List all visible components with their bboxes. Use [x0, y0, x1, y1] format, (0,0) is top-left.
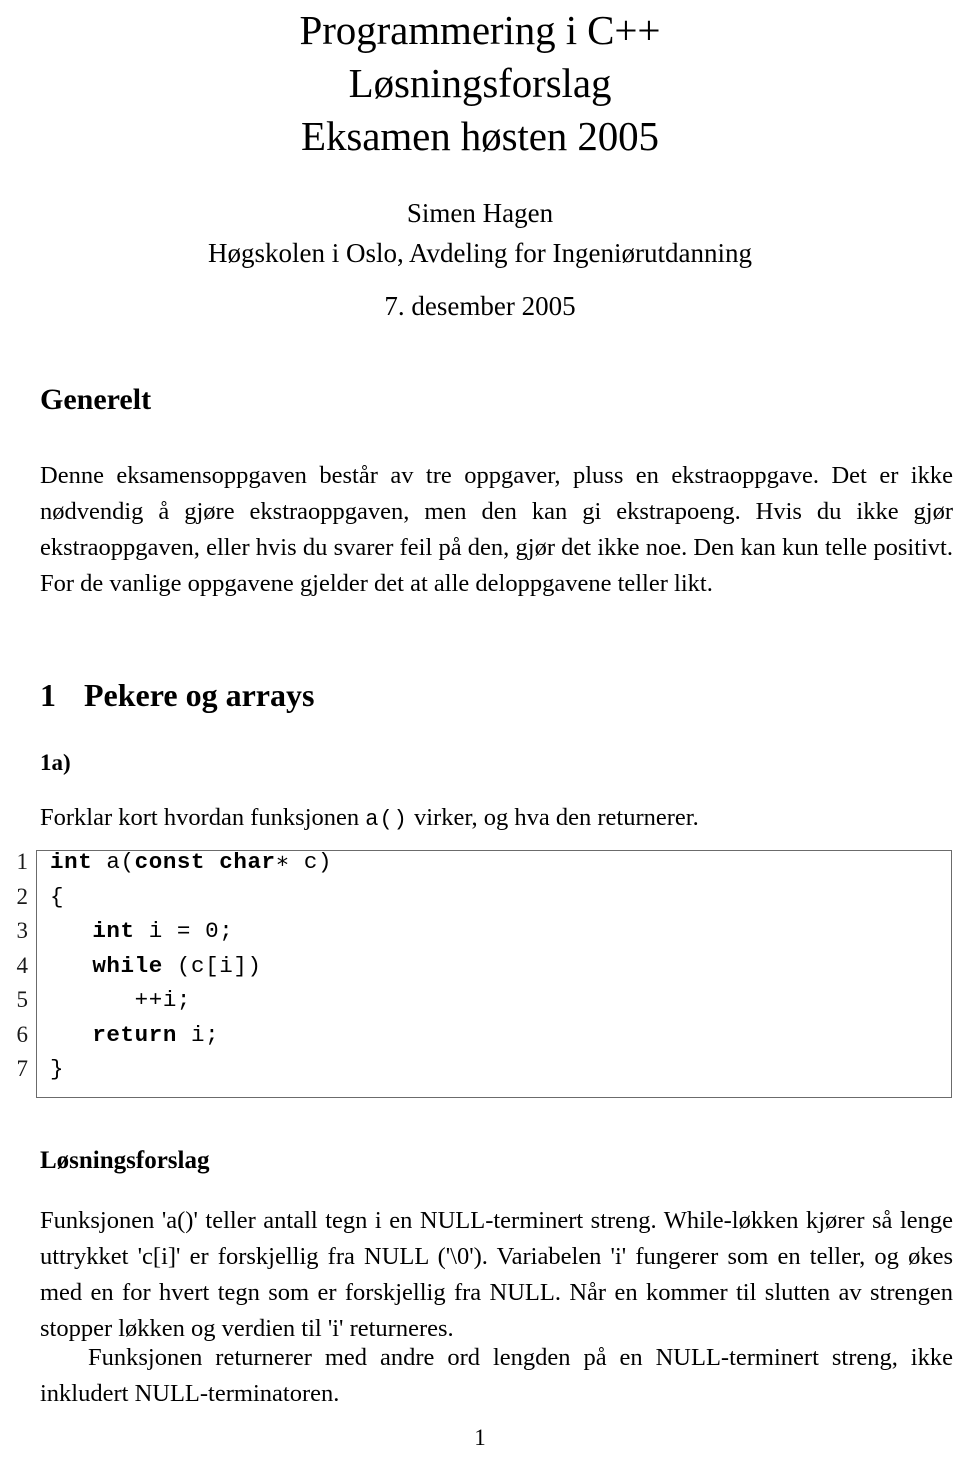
document-date: 7. desember 2005 [384, 291, 576, 321]
code-listing: 1 int a(const char∗ c) 2{3 int i = 0; 4 whi… [0, 845, 960, 1100]
paragraph-solution-2: Funksjonen returnerer med andre ord leng… [40, 1344, 953, 1407]
prompt-text-after: virker, og hva den returnerer. [407, 804, 699, 831]
code-line-number: 1 [16, 849, 29, 874]
code-line-number: 4 [16, 952, 29, 978]
code-line: 1 int a(const char∗ c) [0, 845, 960, 880]
author-block: Simen Hagen Høgskolen i Oslo, Avdeling f… [40, 193, 920, 273]
section-title: Pekere og arrays [84, 677, 315, 713]
paragraph-solution-1: Funksjonen 'a()' teller antall tegn i en… [40, 1207, 953, 1342]
code-line: 7} [0, 1052, 960, 1087]
code-line-text: while (c[i]) [92, 952, 262, 979]
code-line-number: 5 [16, 987, 29, 1012]
code-line-text: int i = 0; [92, 918, 234, 944]
heading-generelt: Generelt [40, 383, 152, 416]
page-number: 1 [474, 1425, 486, 1450]
prompt-text-before: Forklar kort hvordan funksjonen [40, 804, 366, 831]
prompt-function-name: a() [365, 807, 408, 832]
code-line-number: 2 [16, 883, 29, 909]
document-page: Programmering i C++ Løsningsforslag Eksa… [0, 0, 960, 1477]
heading-solution: Løsningsforslag [40, 1147, 210, 1174]
code-line-text: { [50, 883, 65, 910]
code-line: 3 int i = 0; [0, 914, 960, 949]
code-line-text: int a(const char∗ c) [50, 849, 333, 875]
code-line: 6 return i; [0, 1018, 960, 1053]
code-line: 4 while (c[i]) [0, 949, 960, 984]
code-line-text: return i; [92, 1021, 220, 1048]
code-line-text: ++i; [50, 987, 192, 1013]
author-affiliation: Høgskolen i Oslo, Avdeling for Ingeniøru… [208, 238, 752, 268]
heading-section-1: 1 Pekere og arrays [40, 676, 314, 714]
title-line-1: Programmering i C++ [299, 7, 661, 53]
title-line-3: Eksamen høsten 2005 [301, 113, 659, 159]
paragraph-generelt-body: Denne eksamensoppgaven består av tre opp… [40, 462, 953, 597]
code-line-number: 3 [16, 918, 29, 943]
section-number: 1 [40, 677, 56, 713]
author-name: Simen Hagen [406, 198, 554, 228]
document-title: Programmering i C++ Løsningsforslag Eksa… [40, 4, 920, 163]
title-line-2: Løsningsforslag [348, 60, 612, 106]
code-listing-rows: 1 int a(const char∗ c) 2{3 int i = 0; 4 whi… [0, 845, 960, 1087]
code-line: 2{ [0, 880, 960, 915]
paragraph-task-prompt: Forklar kort hvordan funksjonen a() virk… [40, 800, 953, 838]
code-line-text: } [50, 1056, 65, 1082]
code-line: 5 ++i; [0, 983, 960, 1018]
code-line-number: 6 [16, 1021, 29, 1047]
heading-subsection-1a: 1a) [40, 750, 71, 775]
code-line-number: 7 [16, 1056, 29, 1081]
